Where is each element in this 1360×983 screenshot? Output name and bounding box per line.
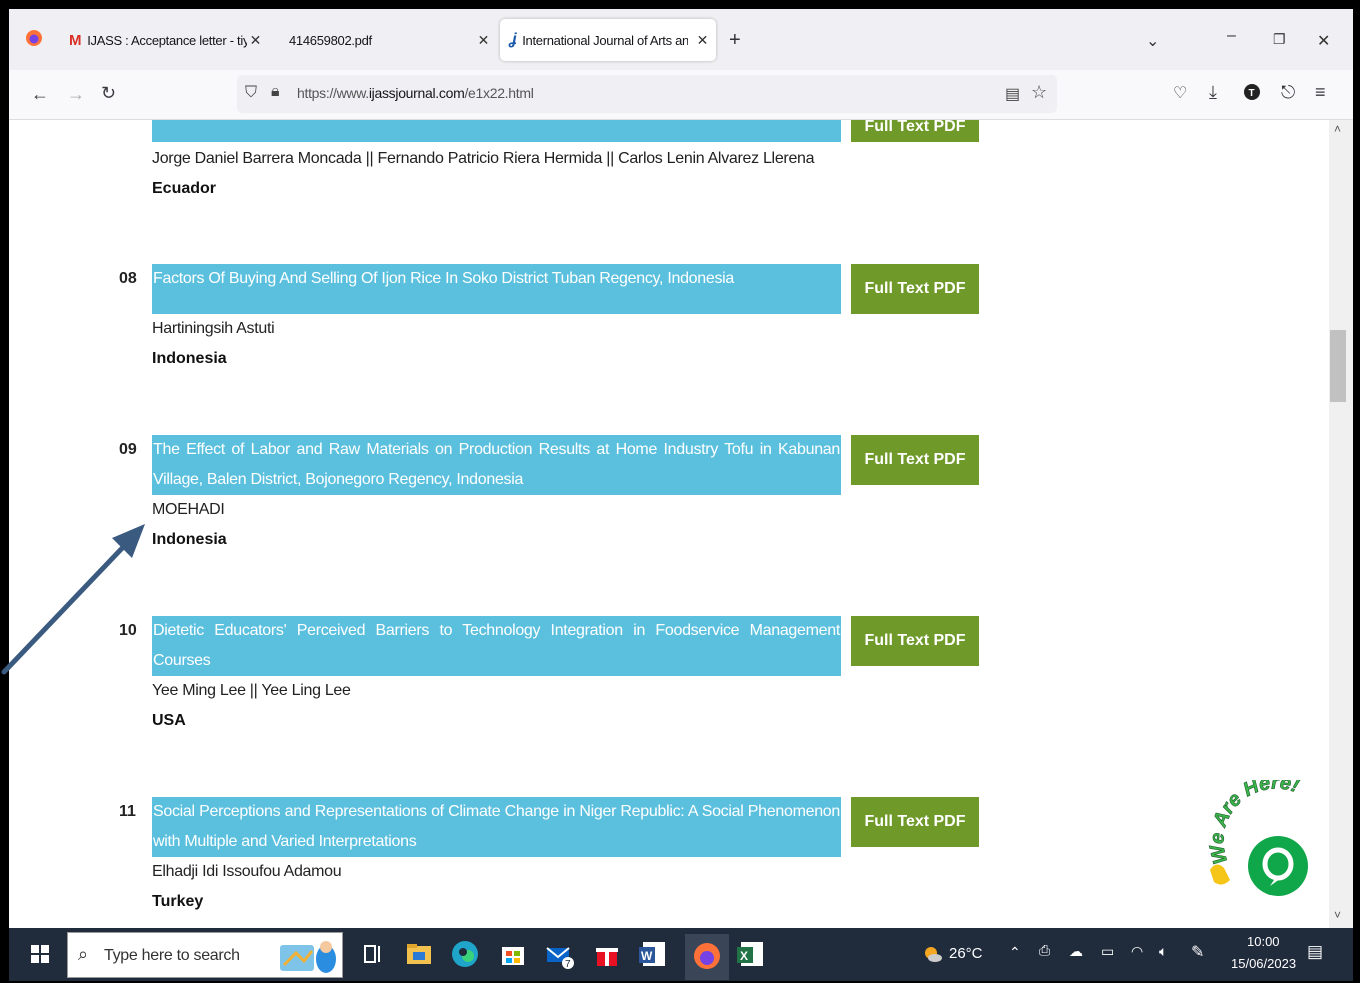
minimize-icon[interactable]: – [1227, 27, 1236, 45]
tab-ijass[interactable]: ʝ International Journal of Arts anc ✕ [500, 19, 716, 61]
clock-date[interactable]: 15/06/2023 [1231, 956, 1296, 971]
article-country: Turkey [152, 893, 204, 910]
waving-hand-icon [1210, 864, 1230, 885]
weather-icon[interactable] [923, 944, 943, 967]
store-icon[interactable] [497, 938, 529, 970]
volume-icon[interactable]: 🔈︎ [1159, 943, 1167, 960]
close-icon[interactable]: ✕ [697, 32, 709, 49]
article-title-link[interactable] [152, 120, 841, 142]
gift-icon[interactable] [591, 938, 623, 970]
article-authors: MOEHADI [152, 501, 225, 518]
taskbar: ⌕ Type here to search 7 W X 26°C ⌃ ⎙ ☁ ▭… [9, 928, 1353, 981]
address-bar[interactable]: ⛉ 🔒︎ https://www.ijassjournal.com/e1x22.… [237, 75, 1057, 113]
article-country: Indonesia [152, 350, 227, 367]
share-icon[interactable]: ⎋ [1281, 82, 1295, 103]
bookmark-star-icon[interactable]: ☆ [1031, 82, 1047, 103]
article-title-link[interactable]: Factors Of Buying And Selling Of Ijon Ri… [152, 264, 841, 314]
battery-icon[interactable]: ▭ [1101, 943, 1114, 960]
pocket-icon[interactable]: ♡ [1173, 83, 1187, 103]
firefox-menu-icon[interactable] [25, 29, 43, 52]
menu-icon[interactable]: ≡ [1315, 82, 1326, 103]
svg-text:T: T [1249, 88, 1255, 99]
mail-icon[interactable]: 7 [543, 938, 575, 970]
back-icon[interactable]: ← [31, 84, 49, 105]
firefox-taskbar-icon[interactable] [685, 934, 729, 980]
tab-title: International Journal of Arts anc [522, 32, 689, 48]
article-authors: Jorge Daniel Barrera Moncada || Fernando… [152, 150, 815, 167]
task-view-icon[interactable] [357, 938, 389, 970]
tab-pdf[interactable]: 414659802.pdf ✕ [277, 19, 497, 61]
article-number: 09 [119, 441, 137, 458]
full-text-pdf-button[interactable]: Full Text PDF [851, 120, 979, 142]
download-icon[interactable]: ⤓ [1209, 82, 1217, 103]
tab-title: 414659802.pdf [289, 32, 372, 48]
notifications-icon[interactable]: ▤ [1307, 942, 1323, 962]
shield-icon: ⛉ [245, 84, 258, 101]
article-country: Indonesia [152, 531, 227, 548]
url-text[interactable]: https://www.ijassjournal.com/e1x22.html [297, 85, 534, 101]
show-hidden-icons-icon[interactable]: ⌃ [1009, 944, 1021, 961]
scrollbar-thumb[interactable] [1330, 330, 1346, 402]
clock-time[interactable]: 10:00 [1247, 934, 1280, 949]
article-country: Ecuador [152, 180, 217, 197]
article-authors: Yee Ming Lee || Yee Ling Lee [152, 682, 351, 699]
annotation-arrow [1, 524, 145, 675]
article-country: USA [152, 712, 186, 729]
article-number: 11 [119, 803, 136, 820]
full-text-pdf-button[interactable]: Full Text PDF [851, 616, 979, 666]
gmail-icon: M [69, 31, 82, 49]
page-content: Full Text PDF Jorge Daniel Barrera Monca… [9, 120, 1329, 928]
article-title-link[interactable]: Dietetic Educators' Perceived Barriers t… [152, 616, 841, 676]
windows-start-icon[interactable] [31, 945, 49, 968]
forward-icon[interactable]: → [67, 84, 85, 105]
word-icon[interactable]: W [637, 938, 669, 970]
mail-badge: 7 [565, 959, 571, 970]
nav-bar: ← → ↻ ⛉ 🔒︎ https://www.ijassjournal.com/… [9, 70, 1353, 120]
list-tabs-icon[interactable]: ⌄ [1146, 31, 1159, 51]
weather-temp[interactable]: 26°C [949, 945, 983, 962]
restore-icon[interactable]: ❐ [1273, 31, 1286, 48]
article-authors: Hartiningsih Astuti [152, 320, 275, 337]
search-placeholder: Type here to search [104, 947, 240, 964]
reload-icon[interactable]: ↻ [101, 83, 116, 104]
chat-bubble-icon [1248, 836, 1308, 896]
close-icon[interactable]: ✕ [250, 32, 262, 49]
article-title-link[interactable]: Social Perceptions and Representations o… [152, 797, 841, 857]
meet-now-icon[interactable]: ⎙ [1039, 942, 1050, 959]
article-number: 08 [119, 270, 137, 287]
edge-icon[interactable] [449, 938, 481, 970]
svg-text:X: X [740, 949, 748, 963]
chat-widget[interactable]: We Are Here! [1200, 780, 1340, 920]
pen-icon[interactable]: ✎ [1191, 942, 1204, 962]
search-highlight-icon [274, 937, 340, 975]
taskbar-search-box[interactable]: ⌕ Type here to search [67, 932, 343, 978]
onedrive-icon[interactable]: ☁ [1069, 943, 1083, 960]
wifi-icon[interactable]: ◠ [1131, 943, 1143, 960]
article-title-link[interactable]: The Effect of Labor and Raw Materials on… [152, 435, 841, 495]
lock-icon: 🔒︎ [271, 83, 280, 100]
reader-view-icon[interactable]: ▤ [1005, 84, 1020, 104]
scroll-up-icon[interactable]: ˄ [1334, 122, 1341, 136]
account-icon[interactable]: T [1243, 83, 1261, 106]
new-tab-icon[interactable]: + [729, 29, 741, 52]
full-text-pdf-button[interactable]: Full Text PDF [851, 264, 979, 314]
journal-logo-icon: ʝ [510, 31, 517, 48]
tab-bar: M IJASS : Acceptance letter - tiyop ✕ 41… [9, 9, 1353, 70]
close-icon[interactable]: ✕ [478, 32, 490, 49]
full-text-pdf-button[interactable]: Full Text PDF [851, 797, 979, 847]
svg-text:W: W [641, 949, 653, 963]
full-text-pdf-button[interactable]: Full Text PDF [851, 435, 979, 485]
close-window-icon[interactable]: ✕ [1317, 31, 1330, 51]
tab-title: IJASS : Acceptance letter - tiyop [87, 32, 248, 48]
excel-icon[interactable]: X [735, 938, 767, 970]
search-icon: ⌕ [78, 944, 89, 964]
article-authors: Elhadji Idi Issoufou Adamou [152, 863, 342, 880]
file-explorer-icon[interactable] [403, 938, 435, 970]
tab-gmail[interactable]: M IJASS : Acceptance letter - tiyop ✕ [57, 19, 269, 61]
